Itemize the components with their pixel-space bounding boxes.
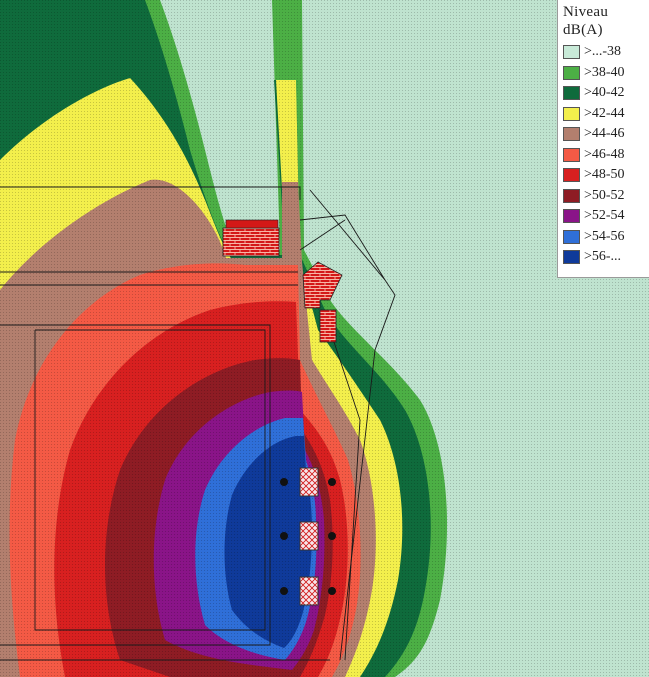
legend-item: >56-... bbox=[563, 247, 649, 268]
legend-label: >38-40 bbox=[584, 64, 625, 80]
legend-label: >...-38 bbox=[584, 44, 622, 60]
legend-swatch bbox=[563, 147, 580, 162]
legend: Niveau dB(A) >...-38 >38-40 >40-42 >42-44 >4… bbox=[557, 0, 649, 278]
building-1-roof bbox=[225, 219, 279, 229]
legend-swatch bbox=[563, 45, 580, 60]
legend-item: >42-44 bbox=[563, 104, 649, 125]
legend-title-line2: dB(A) bbox=[563, 22, 603, 38]
legend-label: >48-50 bbox=[584, 167, 625, 183]
legend-label: >42-44 bbox=[584, 105, 625, 121]
legend-swatch bbox=[563, 86, 580, 101]
legend-swatch bbox=[563, 250, 580, 265]
legend-label: >50-52 bbox=[584, 187, 625, 203]
legend-item: >54-56 bbox=[563, 227, 649, 248]
legend-swatch bbox=[563, 106, 580, 121]
noise-map bbox=[0, 0, 649, 677]
legend-label: >40-42 bbox=[584, 85, 625, 101]
legend-swatch bbox=[563, 209, 580, 224]
legend-label: >56-... bbox=[584, 249, 622, 265]
legend-item: >46-48 bbox=[563, 145, 649, 166]
legend-item: >...-38 bbox=[563, 42, 649, 63]
legend-item: >38-40 bbox=[563, 63, 649, 84]
legend-item: >44-46 bbox=[563, 124, 649, 145]
legend-item: >50-52 bbox=[563, 186, 649, 207]
legend-label: >52-54 bbox=[584, 208, 625, 224]
legend-label: >46-48 bbox=[584, 146, 625, 162]
noise-source-1 bbox=[299, 467, 319, 497]
legend-label: >54-56 bbox=[584, 228, 625, 244]
legend-swatch bbox=[563, 127, 580, 142]
building-3 bbox=[319, 309, 337, 343]
legend-list: >...-38 >38-40 >40-42 >42-44 >44-46 >46-48 >48… bbox=[563, 42, 649, 268]
legend-swatch bbox=[563, 188, 580, 203]
legend-title-line1: Niveau bbox=[563, 4, 609, 20]
building-1 bbox=[222, 227, 280, 257]
legend-item: >48-50 bbox=[563, 165, 649, 186]
legend-label: >44-46 bbox=[584, 126, 625, 142]
legend-swatch bbox=[563, 229, 580, 244]
legend-swatch bbox=[563, 65, 580, 80]
legend-item: >40-42 bbox=[563, 83, 649, 104]
legend-swatch bbox=[563, 168, 580, 183]
noise-source-3 bbox=[299, 576, 319, 606]
legend-item: >52-54 bbox=[563, 206, 649, 227]
noise-source-2 bbox=[299, 521, 319, 551]
